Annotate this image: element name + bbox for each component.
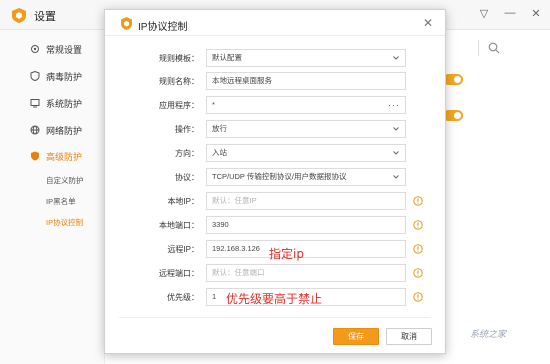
local-ip-label: 本地IP： bbox=[167, 197, 199, 206]
remote-ip-value: 192.168.3.126 bbox=[212, 244, 260, 253]
template-row: 规则模板： 默认配置 bbox=[105, 49, 445, 69]
remote-port-label: 远程端口： bbox=[159, 269, 199, 278]
remote-ip-label: 远程IP： bbox=[167, 245, 199, 254]
sidebar-item-label: 常规设置 bbox=[46, 44, 83, 55]
direction-select[interactable]: 入站 bbox=[206, 144, 406, 162]
program-row: 应用程序： * ··· bbox=[105, 96, 445, 116]
watermark-logo: 系统之家 bbox=[470, 329, 507, 339]
toggle-switch[interactable] bbox=[443, 74, 463, 85]
settings-title: 设置 bbox=[34, 11, 56, 23]
sidebar-item-label: 病毒防护 bbox=[46, 71, 83, 82]
local-port-label: 本地端口： bbox=[159, 221, 199, 230]
close-window-icon[interactable]: ✕ bbox=[528, 7, 544, 20]
ip-protocol-dialog: IP协议控制 ✕ 规则模板： 默认配置 规则名称： 本地远程桌面服务 应用程序：… bbox=[104, 9, 446, 354]
info-icon[interactable] bbox=[413, 292, 423, 302]
info-icon[interactable] bbox=[413, 196, 423, 206]
dialog-divider bbox=[119, 317, 431, 318]
app-logo-icon bbox=[12, 8, 26, 23]
chevron-down-icon bbox=[393, 175, 399, 179]
globe-icon bbox=[30, 125, 40, 135]
toggle-switch[interactable] bbox=[443, 110, 463, 121]
chevron-down-icon bbox=[393, 56, 399, 60]
protocol-value: TCP/UDP 传输控制协议/用户数据报协议 bbox=[212, 172, 347, 181]
action-label: 操作： bbox=[175, 125, 199, 134]
info-icon[interactable] bbox=[413, 244, 423, 254]
toolbar-divider bbox=[478, 40, 479, 56]
name-label: 规则名称： bbox=[159, 77, 199, 86]
chevron-down-icon bbox=[393, 127, 399, 131]
template-label: 规则模板： bbox=[159, 54, 199, 63]
local-port-input[interactable]: 3390 bbox=[206, 216, 406, 234]
sidebar-item-label: 网络防护 bbox=[46, 125, 83, 136]
direction-value: 入站 bbox=[212, 148, 227, 157]
info-icon[interactable] bbox=[413, 268, 423, 278]
background-toolbar bbox=[440, 38, 540, 60]
program-label: 应用程序： bbox=[159, 101, 199, 110]
remote-port-placeholder: 默认：任意端口 bbox=[212, 268, 265, 277]
menu-dropdown-icon[interactable]: ▽ bbox=[476, 7, 492, 20]
sidebar-item-general[interactable]: 常规设置 bbox=[30, 42, 82, 56]
sidebar-item-label: 系统防护 bbox=[46, 98, 83, 109]
remote-ip-input[interactable]: 192.168.3.126 bbox=[206, 240, 406, 258]
priority-label: 优先级： bbox=[167, 293, 199, 302]
sidebar-item-advanced[interactable]: 高级防护 bbox=[30, 149, 82, 163]
template-select[interactable]: 默认配置 bbox=[206, 49, 406, 67]
info-icon[interactable] bbox=[413, 220, 423, 230]
template-value: 默认配置 bbox=[212, 53, 242, 62]
chevron-down-icon bbox=[393, 151, 399, 155]
minimize-icon[interactable]: — bbox=[502, 7, 518, 19]
action-select[interactable]: 放行 bbox=[206, 120, 406, 138]
action-value: 放行 bbox=[212, 124, 227, 133]
remote-port-row: 远程端口： 默认：任意端口 bbox=[105, 264, 445, 284]
local-ip-input[interactable]: 默认：任意IP bbox=[206, 192, 406, 210]
name-row: 规则名称： 本地远程桌面服务 bbox=[105, 72, 445, 92]
sidebar-item-label: 高级防护 bbox=[46, 151, 83, 162]
direction-row: 方向： 入站 bbox=[105, 144, 445, 164]
dialog-logo-icon bbox=[121, 17, 132, 30]
search-icon[interactable] bbox=[488, 42, 500, 54]
program-value: * bbox=[212, 100, 215, 109]
protocol-label: 协议： bbox=[175, 173, 199, 182]
system-icon bbox=[30, 99, 40, 108]
virus-shield-icon bbox=[30, 71, 40, 81]
advanced-shield-icon bbox=[31, 151, 39, 161]
gear-icon bbox=[31, 45, 39, 53]
sidebar: 常规设置 病毒防护 系统防护 网络防护 高级防护 自定义防护 IP黑名单 IP协… bbox=[0, 30, 105, 364]
priority-annotation: 优先级要高于禁止 bbox=[226, 292, 323, 306]
dialog-titlebar: IP协议控制 ✕ bbox=[105, 10, 445, 36]
action-row: 操作： 放行 bbox=[105, 120, 445, 140]
sidebar-subitem-ip-blacklist[interactable]: IP黑名单 bbox=[46, 196, 76, 207]
save-button[interactable]: 保存 bbox=[333, 328, 379, 345]
sidebar-subitem-ip-protocol[interactable]: IP协议控制 bbox=[46, 217, 83, 228]
program-input[interactable]: * ··· bbox=[206, 96, 406, 114]
remote-port-input[interactable]: 默认：任意端口 bbox=[206, 264, 406, 282]
browse-button[interactable]: ··· bbox=[388, 97, 400, 113]
sidebar-item-system[interactable]: 系统防护 bbox=[30, 96, 82, 110]
protocol-select[interactable]: TCP/UDP 传输控制协议/用户数据报协议 bbox=[206, 168, 406, 186]
direction-label: 方向： bbox=[175, 149, 199, 158]
local-port-value: 3390 bbox=[212, 220, 229, 229]
local-port-row: 本地端口： 3390 bbox=[105, 216, 445, 236]
priority-value: 1 bbox=[212, 292, 217, 301]
sidebar-item-network[interactable]: 网络防护 bbox=[30, 123, 82, 137]
name-input[interactable]: 本地远程桌面服务 bbox=[206, 72, 406, 90]
local-ip-placeholder: 默认：任意IP bbox=[212, 196, 257, 205]
remote-ip-annotation: 指定ip bbox=[269, 247, 304, 261]
local-ip-row: 本地IP： 默认：任意IP bbox=[105, 192, 445, 212]
sidebar-subitem-custom[interactable]: 自定义防护 bbox=[46, 175, 84, 186]
name-value: 本地远程桌面服务 bbox=[212, 76, 272, 85]
cancel-button[interactable]: 取消 bbox=[386, 328, 432, 345]
dialog-title: IP协议控制 bbox=[138, 22, 188, 33]
close-icon[interactable]: ✕ bbox=[423, 16, 433, 30]
protocol-row: 协议： TCP/UDP 传输控制协议/用户数据报协议 bbox=[105, 168, 445, 188]
sidebar-item-virus[interactable]: 病毒防护 bbox=[30, 69, 82, 83]
